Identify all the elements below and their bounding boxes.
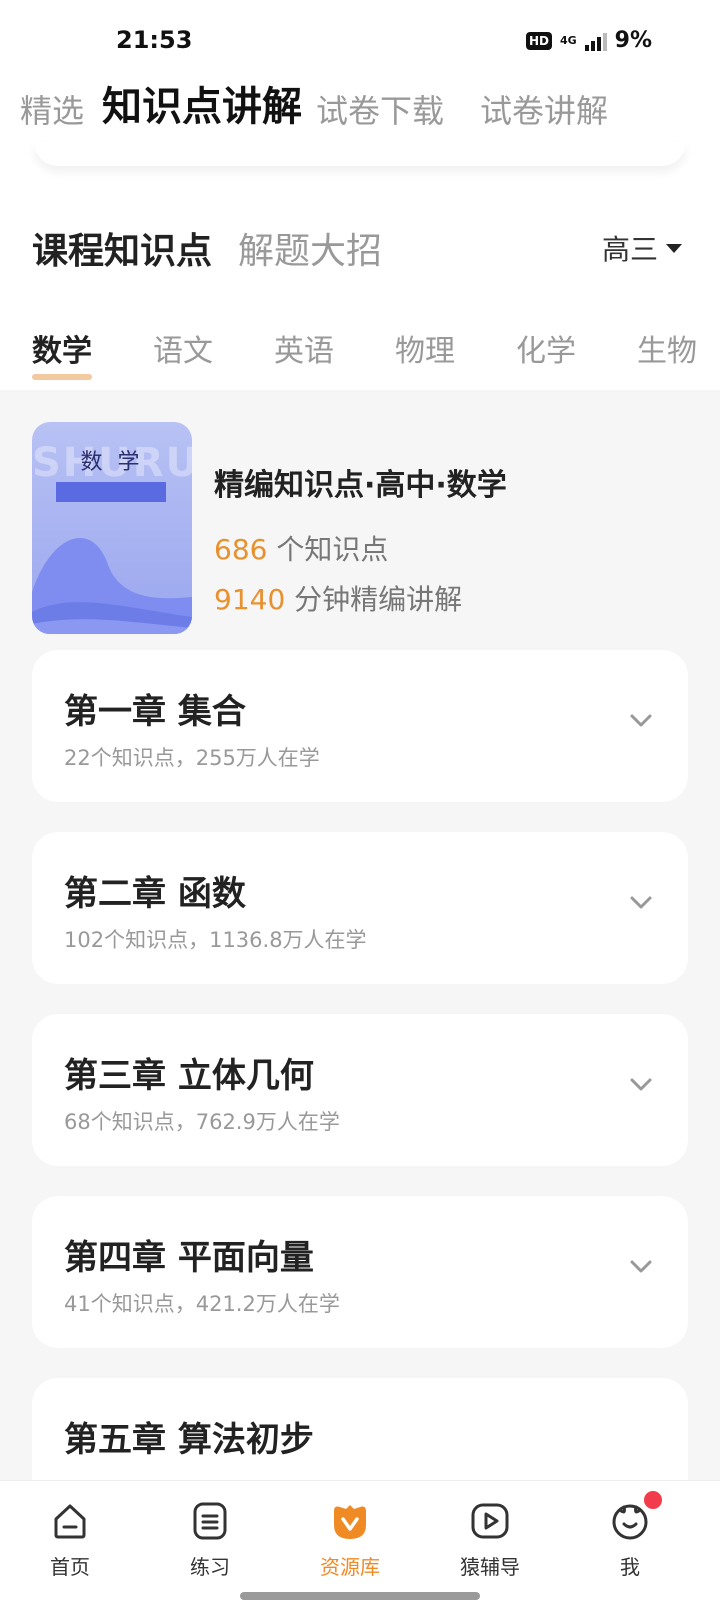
caret-down-icon	[666, 243, 682, 253]
chevron-down-icon[interactable]	[630, 896, 652, 910]
tab-problem-solving-tricks[interactable]: 解题大招	[238, 222, 382, 274]
tab-paper-explanation[interactable]: 试卷讲解	[480, 86, 608, 132]
collapsed-card-edge	[34, 142, 686, 166]
practice-icon	[193, 1502, 227, 1540]
chapter-title: 第五章 算法初步	[64, 1420, 314, 1460]
notification-dot	[644, 1491, 662, 1509]
cover-title: 数 学	[80, 450, 144, 475]
subject-active-indicator	[32, 374, 92, 380]
subject-tab-physics[interactable]: 物理	[395, 326, 455, 370]
home-indicator	[240, 1592, 480, 1600]
tab-course-knowledge[interactable]: 课程知识点	[32, 222, 212, 274]
bottom-nav: 首页 练习 资源库 猿辅导 我	[0, 1480, 720, 1608]
chapter-title: 第三章 立体几何	[64, 1056, 314, 1096]
nav-me[interactable]: 我	[580, 1491, 680, 1580]
subject-tab-chinese[interactable]: 语文	[153, 326, 213, 370]
resource-library-icon	[334, 1505, 366, 1539]
subject-tab-math[interactable]: 数学	[32, 326, 92, 370]
course-info[interactable]: 精编知识点·高中·数学 686 个知识点 9140 分钟精编讲解	[214, 460, 507, 618]
nav-me-label: 我	[620, 1555, 640, 1579]
chapter-card[interactable]: 第三章 立体几何 68个知识点，762.9万人在学	[32, 1014, 688, 1166]
status-indicators: HD 4G 9%	[525, 28, 652, 53]
grade-value: 高三	[601, 233, 658, 266]
knowledge-point-count: 686 个知识点	[214, 533, 389, 566]
course-title: 精编知识点·高中·数学	[214, 468, 507, 503]
chevron-down-icon[interactable]	[630, 714, 652, 728]
nav-resource-library[interactable]: 资源库	[300, 1499, 400, 1580]
nav-yuanfudao-label: 猿辅导	[460, 1555, 520, 1579]
nav-practice-label: 练习	[190, 1555, 230, 1579]
nav-yuanfudao[interactable]: 猿辅导	[440, 1499, 540, 1580]
signal-strength-icon	[584, 31, 607, 51]
nav-practice[interactable]: 练习	[160, 1499, 260, 1580]
nav-home[interactable]: 首页	[20, 1499, 120, 1580]
subject-tab-english[interactable]: 英语	[274, 326, 334, 370]
chapter-meta: 22个知识点，255万人在学	[64, 746, 320, 770]
chevron-down-icon[interactable]	[630, 1260, 652, 1274]
content-area[interactable]: SHURUE 数 学 精编知识点·高中·数学 686 个知识点 9140 分钟精…	[0, 390, 720, 1480]
tab-featured[interactable]: 精选	[20, 86, 84, 132]
nav-resource-library-label: 资源库	[320, 1555, 380, 1579]
tab-paper-download[interactable]: 试卷下载	[316, 86, 444, 132]
course-cover[interactable]: SHURUE 数 学	[32, 422, 192, 634]
network-type: 4G	[559, 34, 577, 47]
top-tabs: 精选 知识点讲解 试卷下载 试卷讲解	[0, 80, 720, 152]
home-icon	[54, 1504, 86, 1539]
mountain-illustration	[32, 538, 192, 634]
status-bar: 21:53 HD 4G 9%	[0, 0, 720, 84]
cover-bar	[56, 482, 166, 502]
chapter-card[interactable]: 第五章 算法初步	[32, 1378, 688, 1480]
video-play-icon	[471, 1503, 509, 1539]
section-header: 课程知识点 解题大招 高三	[0, 212, 720, 282]
chapter-title: 第一章 集合	[64, 692, 246, 732]
subject-tab-chemistry[interactable]: 化学	[516, 326, 576, 370]
chapter-card[interactable]: 第二章 函数 102个知识点，1136.8万人在学	[32, 832, 688, 984]
chapter-card[interactable]: 第一章 集合 22个知识点，255万人在学	[32, 650, 688, 802]
chevron-down-icon[interactable]	[630, 1078, 652, 1092]
tab-knowledge-points[interactable]: 知识点讲解	[102, 74, 302, 132]
lecture-minutes: 9140 分钟精编讲解	[214, 583, 463, 616]
battery-level: 9%	[614, 28, 652, 53]
chapter-title: 第二章 函数	[64, 874, 246, 914]
hd-badge: HD	[525, 31, 552, 50]
subject-tabs: 数学 语文 英语 物理 化学 生物	[0, 310, 720, 390]
subject-tab-biology[interactable]: 生物	[637, 326, 697, 370]
chapter-meta: 41个知识点，421.2万人在学	[64, 1292, 340, 1316]
grade-selector[interactable]: 高三	[602, 228, 682, 268]
chapter-meta: 102个知识点，1136.8万人在学	[64, 928, 367, 952]
chapter-card[interactable]: 第四章 平面向量 41个知识点，421.2万人在学	[32, 1196, 688, 1348]
chapter-meta: 68个知识点，762.9万人在学	[64, 1110, 340, 1134]
nav-home-label: 首页	[50, 1555, 90, 1579]
status-time: 21:53	[116, 26, 193, 54]
chapter-title: 第四章 平面向量	[64, 1238, 314, 1278]
